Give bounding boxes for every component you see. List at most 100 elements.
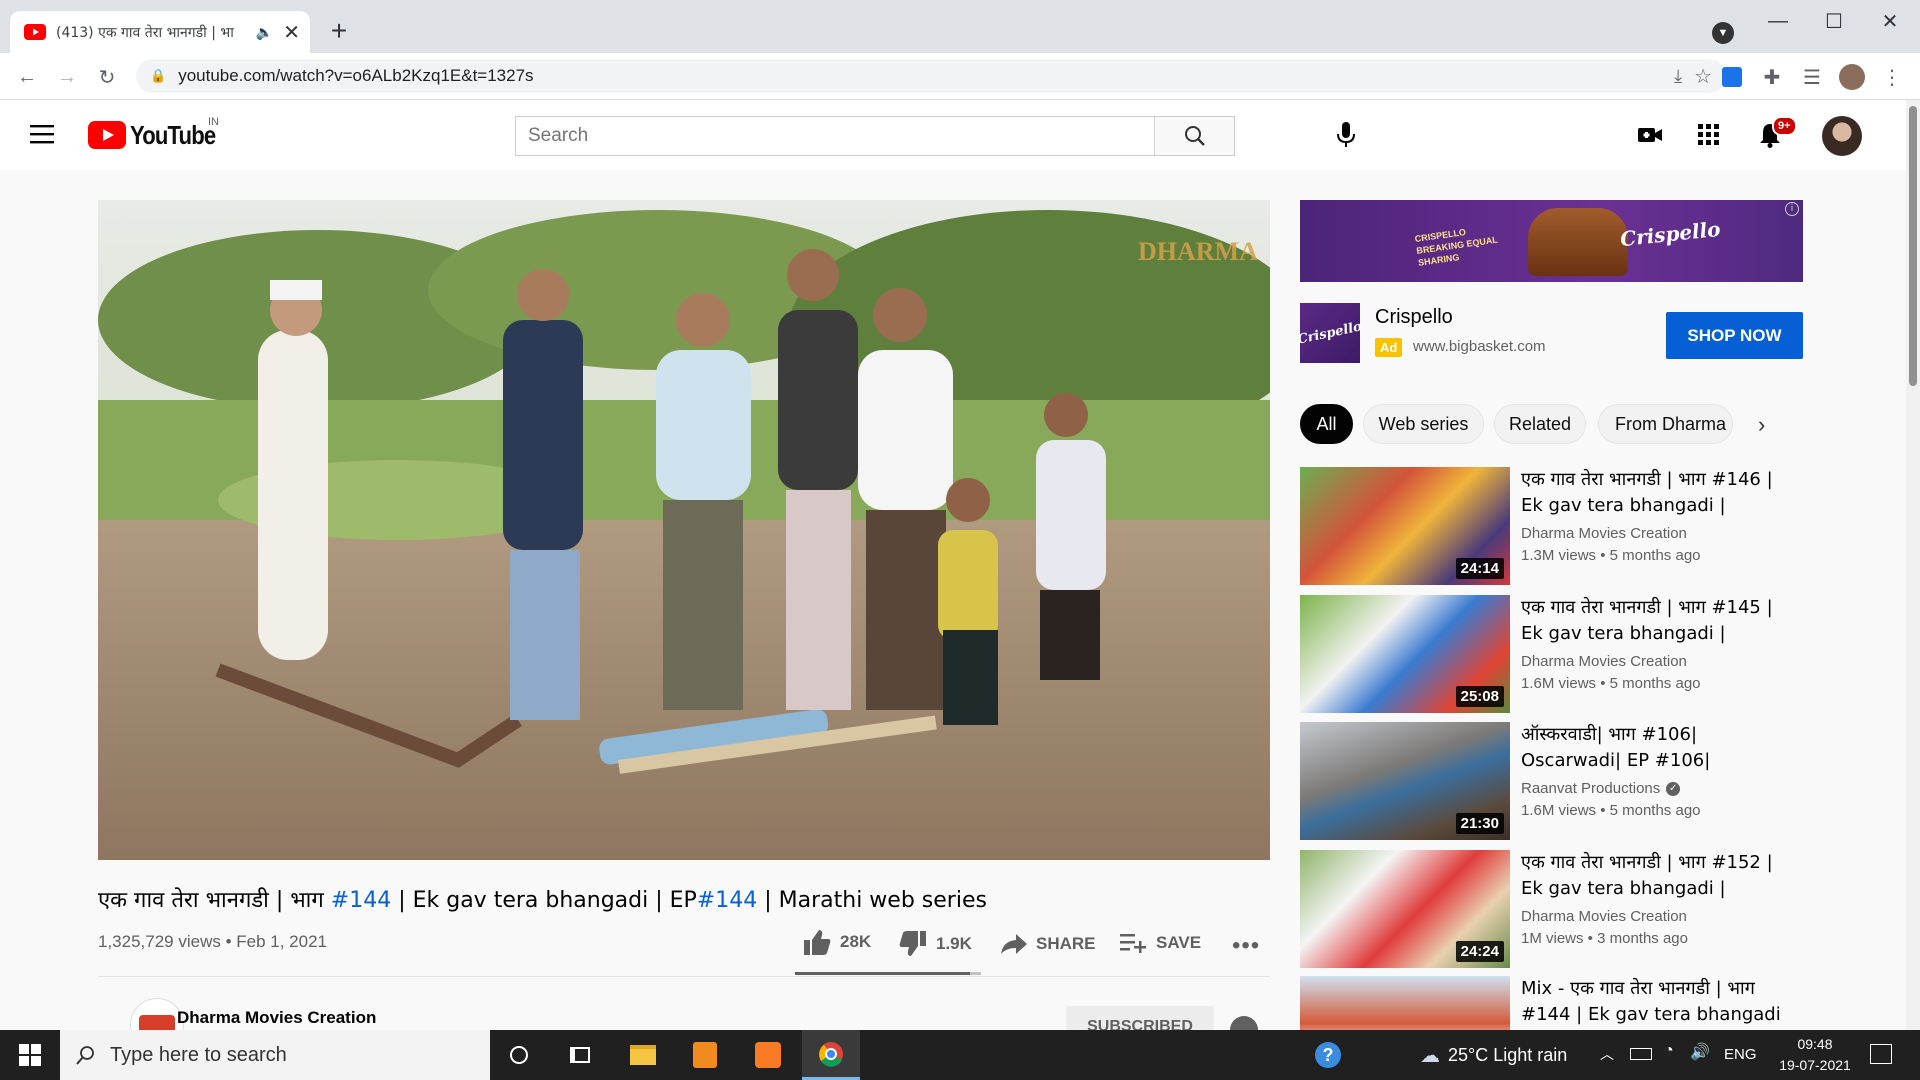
chrome-taskbar-icon[interactable] xyxy=(802,1030,860,1080)
video-thumbnail[interactable]: 24:14 xyxy=(1300,467,1510,585)
recommendation-title[interactable]: एक गाव तेरा भानगडी | भाग #145 | Ek gav t… xyxy=(1521,595,1791,647)
recommendation-item[interactable]: 21:30 ऑस्करवाडी| भाग #106| Oscarwadi| EP… xyxy=(1300,722,1800,840)
windows-start-icon[interactable] xyxy=(2,1030,58,1080)
chip-web-series[interactable]: Web series xyxy=(1363,404,1484,444)
recommendation-title[interactable]: Mix - एक गाव तेरा भानगडी | भाग #144 | Ek… xyxy=(1521,976,1791,1028)
recommendation-item[interactable]: 24:24 एक गाव तेरा भानगडी | भाग #152 | Ek… xyxy=(1300,850,1800,968)
thumbs-down-icon xyxy=(899,931,926,956)
close-tab-icon[interactable]: ✕ xyxy=(283,20,300,45)
page-scrollbar[interactable] xyxy=(1906,100,1920,1030)
channel-name: Raanvat Productions xyxy=(1521,780,1661,797)
guide-menu-icon[interactable] xyxy=(30,122,56,146)
video-thumbnail[interactable]: 24:24 xyxy=(1300,850,1510,968)
language-indicator[interactable]: ENG xyxy=(1724,1046,1757,1063)
maximize-window-icon[interactable]: ☐ xyxy=(1814,6,1854,36)
like-ratio-fill xyxy=(795,972,970,975)
video-thumbnail[interactable]: 21:30 xyxy=(1300,722,1510,840)
channel-name: Dharma Movies Creation xyxy=(1521,908,1687,925)
voice-search-icon[interactable] xyxy=(1334,120,1358,150)
chips-next-icon[interactable]: › xyxy=(1758,412,1765,438)
file-explorer-icon[interactable] xyxy=(615,1030,671,1080)
ad-info-icon[interactable]: i xyxy=(1785,202,1799,216)
chip-related[interactable]: Related xyxy=(1494,404,1586,444)
more-actions-icon[interactable]: ••• xyxy=(1232,932,1260,960)
shop-now-button[interactable]: SHOP NOW xyxy=(1666,312,1803,359)
save-button[interactable]: SAVE xyxy=(1120,932,1201,954)
volume-icon[interactable]: 🔊 xyxy=(1690,1042,1710,1062)
video-watermark: DHARMA xyxy=(1138,237,1258,266)
new-tab-button[interactable]: + xyxy=(324,16,354,46)
clock-date[interactable]: 19-07-2021 xyxy=(1772,1057,1858,1073)
ad-banner[interactable]: CRISPELLO BREAKING EQUAL SHARING Crispel… xyxy=(1300,200,1803,282)
chip-all[interactable]: All xyxy=(1300,404,1353,444)
dislike-button[interactable]: 1.9K xyxy=(898,930,972,958)
browser-menu-icon[interactable]: ⋮ xyxy=(1878,63,1906,91)
taskbar-search[interactable]: Type here to search xyxy=(60,1030,490,1080)
account-avatar[interactable] xyxy=(1822,116,1862,156)
recommendation-channel[interactable]: Dharma Movies Creation xyxy=(1521,653,1687,670)
battery-icon[interactable] xyxy=(1630,1048,1652,1060)
network-icon[interactable]: ◔ xyxy=(1664,1042,1674,1060)
recommendation-item[interactable]: 25:08 एक गाव तेरा भानगडी | भाग #145 | Ek… xyxy=(1300,595,1800,713)
tray-overflow-icon[interactable]: ︿ xyxy=(1600,1044,1614,1064)
recommendation-title[interactable]: एक गाव तेरा भानगडी | भाग #146 | Ek gav t… xyxy=(1521,467,1791,519)
playlist-add-icon xyxy=(1120,934,1146,953)
video-player[interactable]: DHARMA xyxy=(98,200,1270,860)
ad-logo[interactable]: Crispello xyxy=(1296,303,1364,363)
recommendation-item[interactable]: Mix - एक गाव तेरा भानगडी | भाग #144 | Ek… xyxy=(1300,976,1800,1030)
xampp-icon[interactable] xyxy=(740,1030,796,1080)
close-window-icon[interactable]: ✕ xyxy=(1870,6,1910,36)
tab-search-icon[interactable]: ▼ xyxy=(1712,22,1734,44)
ad-title[interactable]: Crispello xyxy=(1375,306,1453,329)
like-button[interactable]: 28K xyxy=(802,928,871,956)
search-button[interactable] xyxy=(1154,117,1234,155)
address-bar[interactable]: 🔒 youtube.com/watch?v=o6ALb2Kzq1E&t=1327… xyxy=(136,59,1726,93)
recommendation-channel[interactable]: Raanvat Productions ✓ xyxy=(1521,780,1681,797)
share-button[interactable]: SHARE xyxy=(1000,932,1096,956)
video-thumbnail[interactable] xyxy=(1300,976,1510,1030)
notification-count-badge: 9+ xyxy=(1772,116,1797,136)
video-duration: 24:24 xyxy=(1455,941,1504,962)
ad-domain: www.bigbasket.com xyxy=(1413,338,1546,355)
ad-logo-text: Crispello xyxy=(1296,318,1364,348)
scrollbar-thumb[interactable] xyxy=(1909,106,1917,386)
reload-icon[interactable]: ↻ xyxy=(93,63,121,91)
forward-icon[interactable]: → xyxy=(53,63,81,91)
hashtag-link[interactable]: #144 xyxy=(331,888,391,913)
lock-icon: 🔒 xyxy=(150,68,167,83)
profile-avatar-icon[interactable] xyxy=(1838,63,1866,91)
browser-tab[interactable]: (413) एक गाव तेरा भानगडी | भा 🔈 ✕ xyxy=(10,11,310,53)
video-frame: DHARMA xyxy=(98,200,1270,860)
task-view-icon[interactable] xyxy=(552,1030,608,1080)
recommendation-title[interactable]: ऑस्करवाडी| भाग #106| Oscarwadi| EP #106|… xyxy=(1521,722,1791,774)
create-video-icon[interactable] xyxy=(1636,122,1664,153)
speaker-icon[interactable]: 🔈 xyxy=(256,24,273,41)
action-center-icon[interactable] xyxy=(1870,1044,1892,1064)
install-app-icon[interactable]: ⤓ xyxy=(1674,66,1682,87)
recommendation-item[interactable]: 24:14 एक गाव तेरा भानगडी | भाग #146 | Ek… xyxy=(1300,467,1800,585)
clock-time[interactable]: 09:48 xyxy=(1780,1036,1850,1052)
recommendation-channel[interactable]: Dharma Movies Creation xyxy=(1521,908,1687,925)
recommendation-meta: 1.6M views • 5 months ago xyxy=(1521,675,1701,692)
view-count-date: 1,325,729 views • Feb 1, 2021 xyxy=(98,932,327,951)
recommendation-channel[interactable]: Dharma Movies Creation xyxy=(1521,525,1687,542)
chip-from-channel[interactable]: From Dharma M xyxy=(1598,404,1733,444)
share-label: SHARE xyxy=(1036,934,1096,953)
media-queue-icon[interactable]: ☰ xyxy=(1798,63,1826,91)
extensions-puzzle-icon[interactable]: ✚ xyxy=(1758,63,1786,91)
minimize-window-icon[interactable]: — xyxy=(1758,6,1798,36)
extension-icon[interactable] xyxy=(1718,63,1746,91)
recommendation-title[interactable]: एक गाव तेरा भानगडी | भाग #152 | Ek gav t… xyxy=(1521,850,1791,902)
hashtag-link[interactable]: #144 xyxy=(697,888,757,913)
channel-name[interactable]: Dharma Movies Creation xyxy=(177,1008,376,1028)
cortana-icon[interactable] xyxy=(491,1030,547,1080)
video-thumbnail[interactable]: 25:08 xyxy=(1300,595,1510,713)
bookmark-star-icon[interactable]: ☆ xyxy=(1694,64,1712,89)
help-icon[interactable]: ? xyxy=(1300,1030,1356,1080)
region-code: IN xyxy=(208,116,219,128)
search-input[interactable] xyxy=(516,117,1154,155)
weather-widget[interactable]: ☁ 25°C Light rain xyxy=(1420,1043,1567,1068)
apps-grid-icon[interactable] xyxy=(1698,124,1720,151)
back-icon[interactable]: ← xyxy=(13,63,41,91)
sublime-text-icon[interactable] xyxy=(677,1030,733,1080)
